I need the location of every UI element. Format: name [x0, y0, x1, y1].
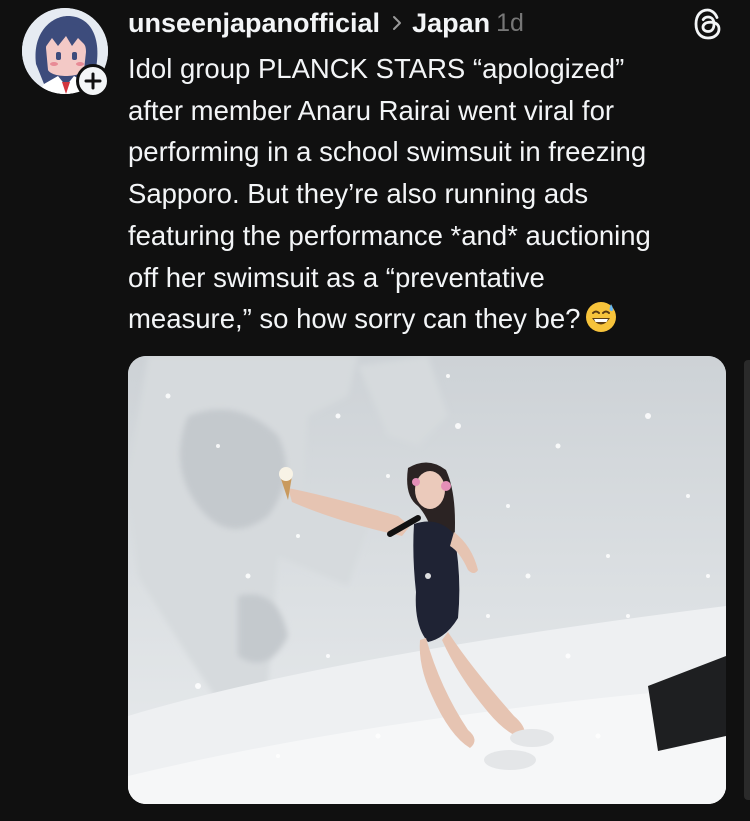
post-body-line: Idol group PLANCK STARS “apologized”	[128, 53, 625, 84]
grinning-face-with-sweat-emoji	[584, 300, 618, 346]
threads-post: unseenjapanofficial Japan 1d Idol group …	[0, 0, 750, 821]
chevron-right-icon	[392, 15, 402, 31]
follow-button[interactable]	[76, 64, 110, 98]
post-header: unseenjapanofficial Japan 1d	[128, 4, 524, 42]
post-timestamp: 1d	[496, 8, 524, 37]
next-media-peek[interactable]	[744, 360, 750, 800]
post-body-line: Sapporo. But they’re also running ads	[128, 178, 589, 210]
post-body-line: featuring the performance *and* auctioni…	[128, 219, 651, 251]
username-link[interactable]: unseenjapanofficial	[128, 8, 380, 39]
plus-icon	[84, 72, 102, 90]
post-image[interactable]	[128, 356, 726, 804]
post-body-line: off her swimsuit as a “preventative	[128, 261, 545, 293]
post-body-line: after member Anaru Rairai went viral for	[128, 94, 615, 126]
post-body-line: performing in a school swimsuit in freez…	[128, 136, 647, 168]
threads-logo-icon[interactable]	[692, 7, 724, 41]
post-body-last-line: measure,” so how sorry can they be?	[128, 298, 738, 346]
post-body-line: measure,” so how sorry can they be?	[128, 303, 581, 335]
topic-link[interactable]: Japan	[412, 8, 490, 39]
post-body: Idol group PLANCK STARS “apologized” aft…	[128, 48, 738, 346]
post-image-graphic	[128, 356, 726, 804]
